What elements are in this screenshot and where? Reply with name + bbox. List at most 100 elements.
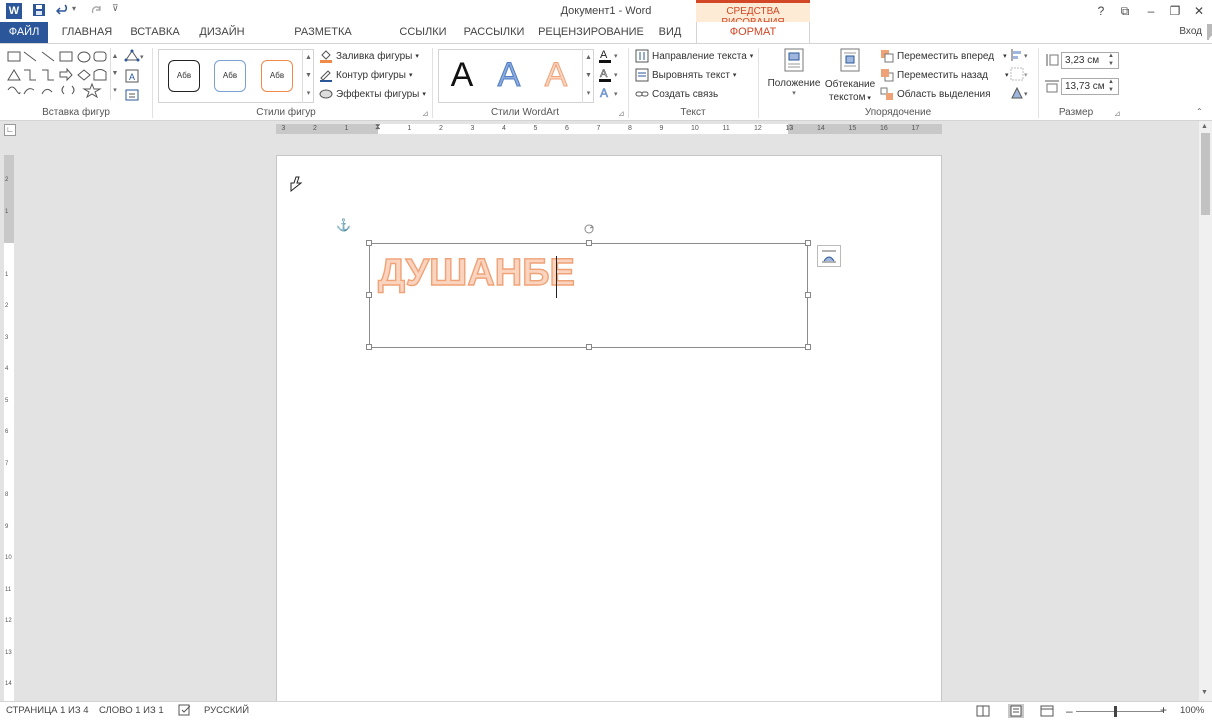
language-indicator[interactable]: РУССКИЙ	[204, 705, 249, 716]
collapse-ribbon-icon[interactable]: ⌃	[1196, 107, 1203, 116]
bring-forward-icon	[881, 50, 894, 63]
tab-page-layout[interactable]: РАЗМЕТКА СТРАНИЦЫ	[262, 22, 384, 58]
resize-handle-sw[interactable]	[366, 344, 372, 350]
minimize-button[interactable]: –	[1140, 2, 1162, 20]
shape-style-orange[interactable]: Абв	[261, 60, 293, 92]
text-outline-button[interactable]: A ▾	[598, 66, 622, 82]
zoom-out-button[interactable]: –	[1066, 704, 1073, 718]
position-button[interactable]: Положение ▾	[764, 47, 824, 97]
scroll-up-icon[interactable]: ▲	[1201, 123, 1208, 130]
web-layout-icon[interactable]	[1040, 705, 1054, 717]
draw-text-box-icon[interactable]: A	[124, 68, 140, 84]
ruler-number: 11	[722, 125, 730, 132]
wrap-text-button[interactable]: Обтекание текстом ▾	[822, 47, 878, 105]
text-fill-button[interactable]: A ▾	[598, 47, 622, 63]
proofing-icon[interactable]	[178, 704, 192, 717]
horizontal-ruler[interactable]: ⧗ ⌂ 3 2 1 1 2 3 4 5 6 7 8 9 10 11 12 13 14 15 16 17	[276, 122, 942, 134]
group-label-insert-shapes: Вставка фигур	[42, 107, 110, 118]
shapes-gallery[interactable]	[4, 48, 120, 100]
width-spin-arrows[interactable]: ▲ ▼	[1108, 78, 1114, 94]
tab-mailings[interactable]: РАССЫЛКИ	[460, 22, 528, 43]
shape-fill-button[interactable]: Заливка фигуры ▾	[319, 47, 419, 65]
page-count[interactable]: СТРАНИЦА 1 ИЗ 4	[6, 705, 89, 716]
ruler-number: 13	[785, 125, 794, 132]
align-objects-icon[interactable]: ▾	[1010, 48, 1034, 62]
close-button[interactable]: ✕	[1188, 2, 1210, 20]
tab-view[interactable]: ВИД	[652, 22, 688, 43]
rotate-objects-icon[interactable]: ▾	[1010, 86, 1034, 100]
vruler-number: 11	[5, 586, 12, 593]
shape-effects-button[interactable]: Эффекты фигуры ▾	[319, 85, 426, 103]
align-text-icon	[635, 68, 649, 82]
shape-styles-launcher-icon[interactable]: ⊿	[422, 109, 429, 118]
tab-home[interactable]: ГЛАВНАЯ	[56, 22, 118, 43]
help-button[interactable]: ?	[1090, 2, 1112, 20]
shape-style-blue[interactable]: Абв	[214, 60, 246, 92]
bring-forward-button[interactable]: Переместить вперед ▾	[880, 47, 1007, 65]
resize-handle-nw[interactable]	[366, 240, 372, 246]
ribbon-display-options-button[interactable]: ⧉	[1114, 2, 1136, 20]
vruler-number: 1	[5, 271, 9, 278]
maximize-button[interactable]: ❐	[1164, 2, 1186, 20]
indent-marker-icon[interactable]: ⧗	[375, 122, 381, 132]
width-icon	[1044, 79, 1060, 93]
vertical-ruler[interactable]: 2 1 1 2 3 4 5 6 7 8 9 10 11 12 13 14	[4, 155, 14, 701]
text-effects-button[interactable]: A ▾	[598, 85, 622, 101]
wordart-style-orange[interactable]: A	[537, 56, 575, 95]
vruler-number: 5	[5, 397, 9, 404]
rotate-handle-icon[interactable]	[583, 223, 595, 235]
resize-handle-ne[interactable]	[805, 240, 811, 246]
avatar[interactable]	[1207, 24, 1212, 40]
tab-format[interactable]: ФОРМАТ	[696, 22, 810, 44]
wordart-styles-scroll[interactable]: ▲ ▼ ▾	[582, 49, 594, 103]
zoom-level[interactable]: 100%	[1180, 705, 1204, 716]
wordart-style-blue[interactable]: A	[490, 56, 528, 95]
resize-handle-s[interactable]	[586, 344, 592, 350]
resize-handle-se[interactable]	[805, 344, 811, 350]
resize-handle-w[interactable]	[366, 292, 372, 298]
resize-handle-e[interactable]	[805, 292, 811, 298]
shape-fill-label: Заливка фигуры	[336, 50, 413, 62]
tab-selector[interactable]: ∟	[4, 124, 16, 136]
read-mode-icon[interactable]	[976, 705, 990, 717]
tab-file[interactable]: ФАЙЛ	[0, 22, 48, 43]
wordart-style-black[interactable]: A	[443, 56, 481, 95]
zoom-slider-thumb[interactable]	[1114, 706, 1117, 717]
edit-shape-icon[interactable]: ▾	[124, 48, 146, 64]
shape-outline-button[interactable]: Контур фигуры ▾	[319, 66, 412, 84]
group-objects-icon[interactable]: ▾	[1010, 67, 1034, 81]
resize-handle-n[interactable]	[586, 240, 592, 246]
tab-insert[interactable]: ВСТАВКА	[126, 22, 184, 43]
create-link-button[interactable]: Создать связь	[635, 85, 718, 103]
tab-design[interactable]: ДИЗАЙН	[192, 22, 252, 43]
align-text-button[interactable]: Выровнять текст ▾	[635, 66, 736, 84]
selection-pane-button[interactable]: Область выделения	[880, 85, 991, 103]
send-backward-button[interactable]: Переместить назад ▾	[880, 66, 1009, 84]
ruler-number: 16	[880, 125, 888, 132]
tab-references[interactable]: ССЫЛКИ	[394, 22, 452, 43]
vertical-scrollbar[interactable]: ▲ ▼	[1199, 121, 1212, 701]
zoom-in-button[interactable]: +	[1160, 703, 1167, 717]
tab-review[interactable]: РЕЦЕНЗИРОВАНИЕ	[538, 22, 644, 43]
scroll-down-icon[interactable]: ▼	[1201, 689, 1208, 696]
size-launcher-icon[interactable]: ⊿	[1114, 109, 1121, 118]
height-spin-arrows[interactable]: ▲ ▼	[1108, 52, 1114, 68]
print-layout-icon[interactable]	[1008, 704, 1024, 718]
shape-styles-scroll[interactable]: ▲ ▼ ▾	[302, 49, 314, 103]
wordart-launcher-icon[interactable]: ⊿	[618, 109, 625, 118]
zoom-slider-track[interactable]	[1076, 711, 1164, 712]
text-box-tools-icon[interactable]	[124, 88, 140, 102]
word-count[interactable]: СЛОВО 1 ИЗ 1	[99, 705, 164, 716]
shapes-gallery-scroll[interactable]: ▲ ▼ ▾	[110, 48, 119, 100]
ruler-number: 15	[848, 125, 857, 132]
wordart-text[interactable]: ДУШАНБЕ	[377, 251, 575, 295]
sign-in-link[interactable]: Вход	[1179, 24, 1212, 40]
layout-options-button[interactable]	[817, 245, 841, 267]
document-page[interactable]	[276, 155, 942, 715]
shape-styles-gallery[interactable]: Абв Абв Абв	[158, 49, 314, 103]
shape-style-black[interactable]: Абв	[168, 60, 200, 92]
scroll-thumb[interactable]	[1201, 133, 1210, 215]
text-direction-button[interactable]: Направление текста ▾	[635, 47, 753, 65]
wordart-styles-gallery[interactable]: A A A	[438, 49, 594, 103]
mouse-cursor-icon	[289, 175, 303, 193]
